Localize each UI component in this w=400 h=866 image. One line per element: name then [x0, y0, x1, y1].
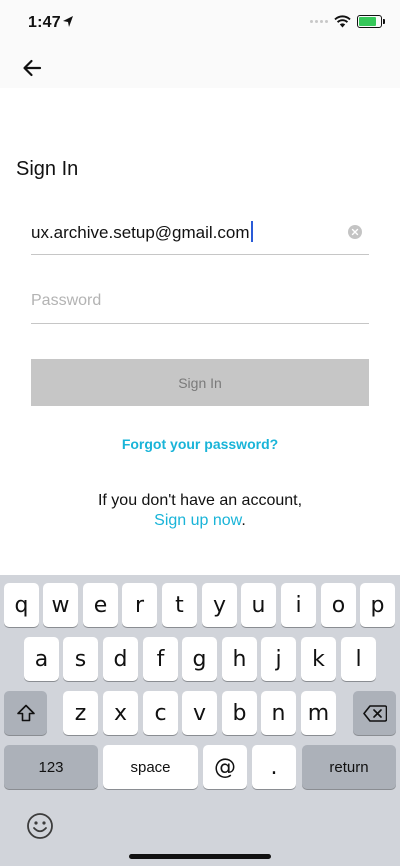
- cellular-signal-icon: [310, 20, 328, 23]
- wifi-icon: [334, 15, 351, 28]
- delete-key[interactable]: [353, 691, 396, 735]
- key-i[interactable]: i: [281, 583, 316, 627]
- shift-icon: [16, 704, 35, 722]
- back-button[interactable]: [18, 54, 46, 82]
- return-key[interactable]: return: [302, 745, 396, 789]
- text-cursor: [250, 221, 253, 242]
- key-p[interactable]: p: [360, 583, 395, 627]
- page-title: Sign In: [16, 158, 79, 180]
- password-field[interactable]: Password: [31, 280, 369, 324]
- sign-up-link[interactable]: Sign up now: [154, 512, 241, 529]
- key-o[interactable]: o: [321, 583, 356, 627]
- key-w[interactable]: w: [43, 583, 78, 627]
- key-c[interactable]: c: [143, 691, 178, 735]
- key-f[interactable]: f: [143, 637, 178, 681]
- email-field[interactable]: ux.archive.setup@gmail.com: [31, 211, 369, 255]
- email-value[interactable]: ux.archive.setup@gmail.com: [31, 221, 253, 243]
- at-key[interactable]: @: [203, 745, 247, 789]
- key-g[interactable]: g: [182, 637, 217, 681]
- space-key[interactable]: space: [103, 745, 198, 789]
- key-u[interactable]: u: [241, 583, 276, 627]
- shift-key[interactable]: [4, 691, 47, 735]
- clear-email-button[interactable]: [348, 225, 362, 239]
- arrow-left-icon: [23, 59, 42, 77]
- password-placeholder: Password: [31, 292, 102, 309]
- key-r[interactable]: r: [122, 583, 157, 627]
- key-v[interactable]: v: [182, 691, 217, 735]
- nav-bar: [0, 48, 400, 88]
- signup-line: Sign up now.: [0, 511, 400, 531]
- signup-suffix: .: [241, 512, 246, 529]
- status-bar: 1:47: [0, 0, 400, 48]
- key-j[interactable]: j: [261, 637, 296, 681]
- status-time: 1:47: [28, 14, 61, 31]
- key-k[interactable]: k: [301, 637, 336, 681]
- battery-icon: [357, 15, 385, 28]
- keyboard: q w e r t y u i o p a s d f g h j k l z …: [0, 575, 400, 866]
- key-e[interactable]: e: [83, 583, 118, 627]
- key-b[interactable]: b: [222, 691, 257, 735]
- key-z[interactable]: z: [63, 691, 98, 735]
- no-account-text: If you don't have an account,: [97, 492, 303, 509]
- key-h[interactable]: h: [222, 637, 257, 681]
- backspace-icon: [362, 704, 387, 722]
- key-s[interactable]: s: [63, 637, 98, 681]
- key-n[interactable]: n: [261, 691, 296, 735]
- key-q[interactable]: q: [4, 583, 39, 627]
- key-d[interactable]: d: [103, 637, 138, 681]
- clear-icon: [351, 228, 359, 236]
- key-y[interactable]: y: [202, 583, 237, 627]
- key-t[interactable]: t: [162, 583, 197, 627]
- location-arrow-icon: [63, 16, 73, 27]
- status-indicators: [310, 15, 385, 28]
- key-m[interactable]: m: [301, 691, 336, 735]
- home-indicator: [129, 854, 271, 859]
- key-a[interactable]: a: [24, 637, 59, 681]
- dot-key[interactable]: .: [252, 745, 296, 789]
- sign-in-button[interactable]: Sign In: [31, 359, 369, 406]
- numbers-key[interactable]: 123: [4, 745, 98, 789]
- key-l[interactable]: l: [341, 637, 376, 681]
- key-x[interactable]: x: [103, 691, 138, 735]
- emoji-icon[interactable]: [26, 812, 54, 840]
- forgot-password-link[interactable]: Forgot your password?: [0, 436, 400, 452]
